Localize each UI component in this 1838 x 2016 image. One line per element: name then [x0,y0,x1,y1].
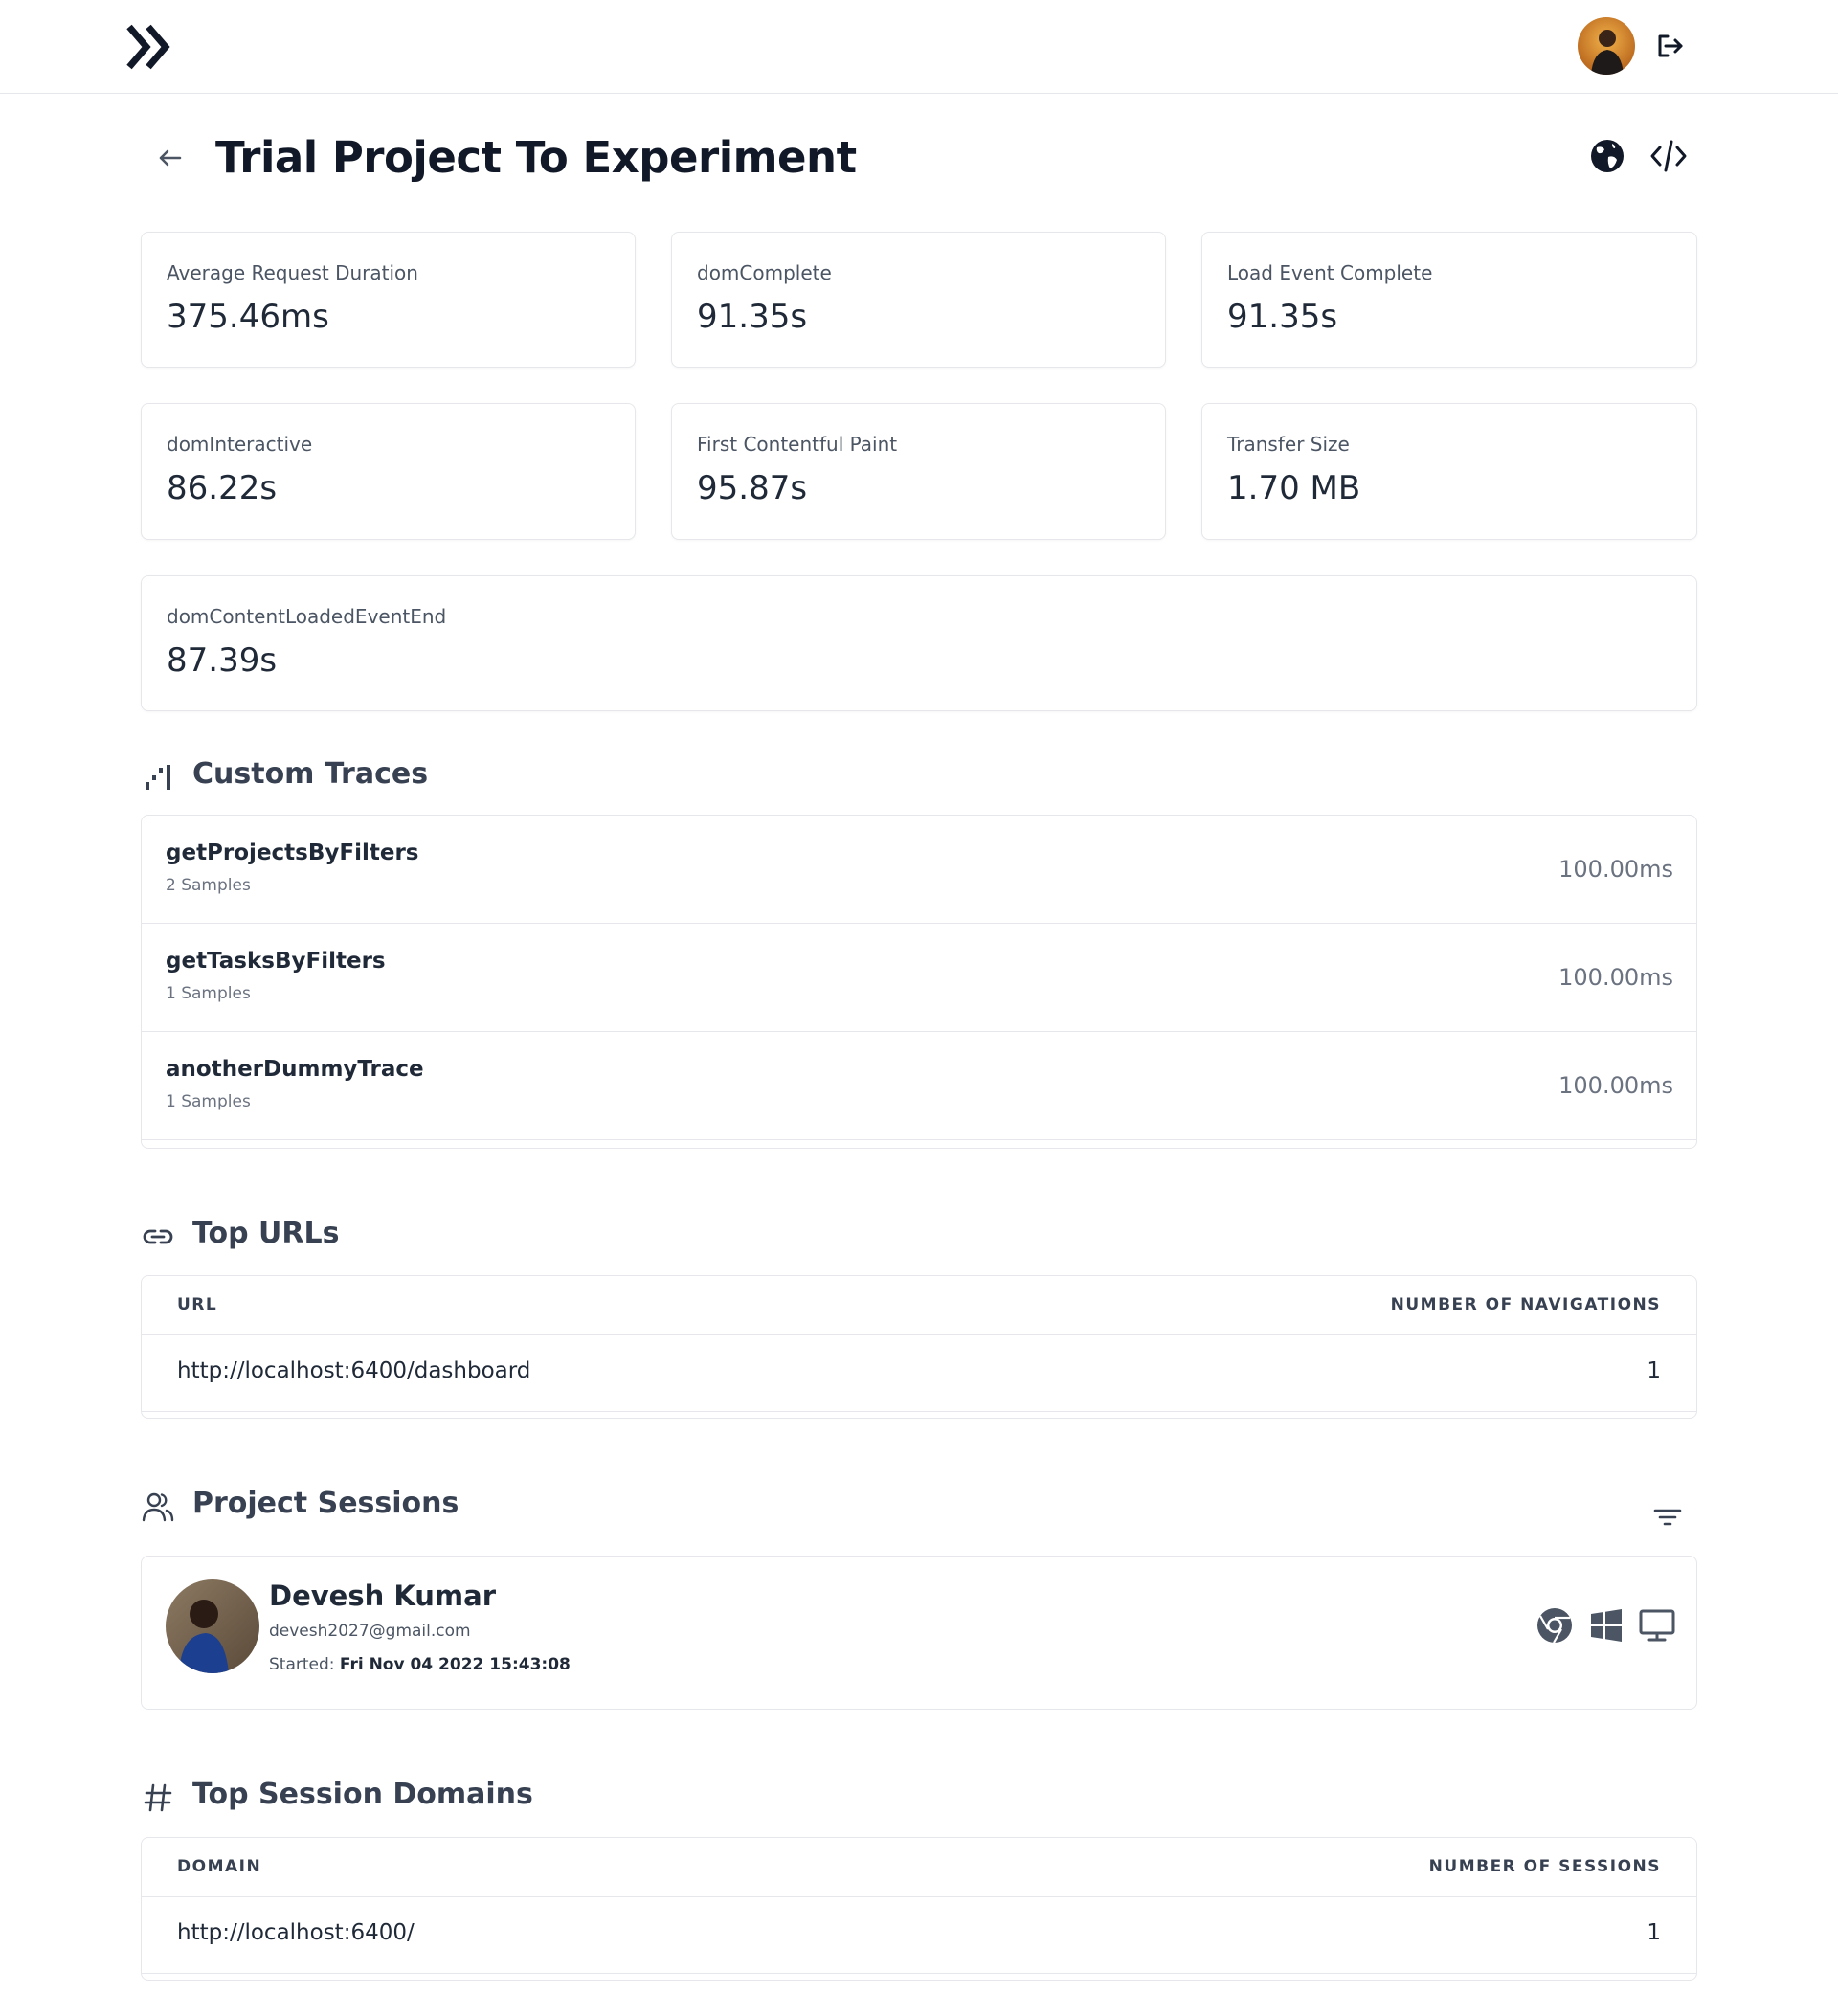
navigation-count-cell: 1 [1647,1358,1661,1383]
metric-label: domContentLoadedEventEnd [167,605,447,628]
metric-value: 1.70 MB [1227,469,1361,507]
custom-traces-list: getProjectsByFilters 2 Samples 100.00ms … [141,815,1697,1149]
metric-label: First Contentful Paint [697,433,898,456]
top-urls-heading: Top URLs [142,1217,544,1255]
top-session-domains-table: DOMAIN NUMBER OF SESSIONS http://localho… [141,1837,1697,1981]
user-avatar[interactable] [1578,17,1635,75]
trace-duration: 100.00ms [1558,1072,1673,1099]
metric-value: 91.35s [697,298,808,336]
custom-traces-heading: Custom Traces [142,757,544,795]
divider [142,1973,1696,1974]
desktop-icon [1639,1609,1675,1642]
trace-duration: 100.00ms [1558,964,1673,991]
link-icon [143,1229,173,1244]
domain-cell: http://localhost:6400/ [177,1920,415,1945]
project-sessions-heading: Project Sessions [142,1487,601,1525]
metric-card-dom-complete: domComplete 91.35s [671,232,1166,368]
metric-card-load-event-complete: Load Event Complete 91.35s [1201,232,1697,368]
trace-samples: 1 Samples [166,984,251,1003]
section-title: Top URLs [192,1217,340,1250]
trace-row[interactable]: getTasksByFilters 1 Samples 100.00ms [142,924,1696,1032]
url-cell: http://localhost:6400/dashboard [177,1358,531,1383]
divider [142,1411,1696,1412]
metric-label: Transfer Size [1227,433,1350,456]
trace-samples: 1 Samples [166,1092,251,1111]
session-start-value: Fri Nov 04 2022 15:43:08 [339,1655,571,1674]
trace-name: getTasksByFilters [166,949,386,974]
metric-label: domComplete [697,261,832,284]
metric-value: 95.87s [697,469,808,507]
trace-row[interactable]: anotherDummyTrace 1 Samples 100.00ms [142,1032,1696,1140]
windows-icon [1591,1609,1622,1642]
column-header-domain: DOMAIN [177,1857,262,1876]
metric-value: 375.46ms [167,298,329,336]
metric-card-dom-content-loaded-event-end: domContentLoadedEventEnd 87.39s [141,575,1697,711]
metric-label: Average Request Duration [167,261,418,284]
column-header-navigations: NUMBER OF NAVIGATIONS [1390,1295,1661,1314]
trace-row[interactable]: getProjectsByFilters 2 Samples 100.00ms [142,816,1696,924]
page-title: Trial Project To Experiment [215,132,857,183]
trace-name: anotherDummyTrace [166,1057,424,1082]
metric-label: domInteractive [167,433,313,456]
logout-icon[interactable] [1652,29,1687,63]
avatar [166,1579,259,1673]
metric-value: 91.35s [1227,298,1338,336]
column-header-url: URL [177,1295,218,1314]
divider [142,1334,1696,1335]
session-user-name: Devesh Kumar [269,1579,497,1612]
chrome-icon [1537,1608,1572,1644]
session-start-time: Started: Fri Nov 04 2022 15:43:08 [269,1655,571,1674]
divider [142,1896,1696,1897]
trace-samples: 2 Samples [166,876,251,895]
chart-steps-icon [146,765,170,790]
metric-card-transfer-size: Transfer Size 1.70 MB [1201,403,1697,540]
section-title: Project Sessions [192,1487,460,1520]
session-card[interactable]: Devesh Kumar devesh2027@gmail.com Starte… [141,1556,1697,1710]
filter-icon[interactable] [1652,1503,1683,1532]
code-icon[interactable] [1649,138,1688,174]
trace-name: getProjectsByFilters [166,840,419,865]
top-session-domains-heading: Top Session Domains [142,1778,639,1816]
session-start-label: Started: [269,1655,335,1674]
hash-icon [144,1783,172,1812]
session-user-email: devesh2027@gmail.com [269,1622,471,1641]
trace-duration: 100.00ms [1558,856,1673,883]
section-title: Top Session Domains [192,1778,533,1811]
metric-label: Load Event Complete [1227,261,1433,284]
globe-icon[interactable] [1589,138,1625,174]
column-header-sessions: NUMBER OF SESSIONS [1428,1857,1661,1876]
session-count-cell: 1 [1647,1920,1661,1945]
arrow-left-icon[interactable] [153,142,186,174]
double-chevron-right-icon[interactable] [125,23,177,71]
section-title: Custom Traces [192,757,429,791]
metric-card-average-request-duration: Average Request Duration 375.46ms [141,232,636,368]
users-icon [142,1492,174,1522]
top-urls-table: URL NUMBER OF NAVIGATIONS http://localho… [141,1275,1697,1419]
metric-value: 86.22s [167,469,278,507]
metric-value: 87.39s [167,641,278,680]
metric-card-first-contentful-paint: First Contentful Paint 95.87s [671,403,1166,540]
top-navbar [0,0,1838,94]
metric-card-dom-interactive: domInteractive 86.22s [141,403,636,540]
